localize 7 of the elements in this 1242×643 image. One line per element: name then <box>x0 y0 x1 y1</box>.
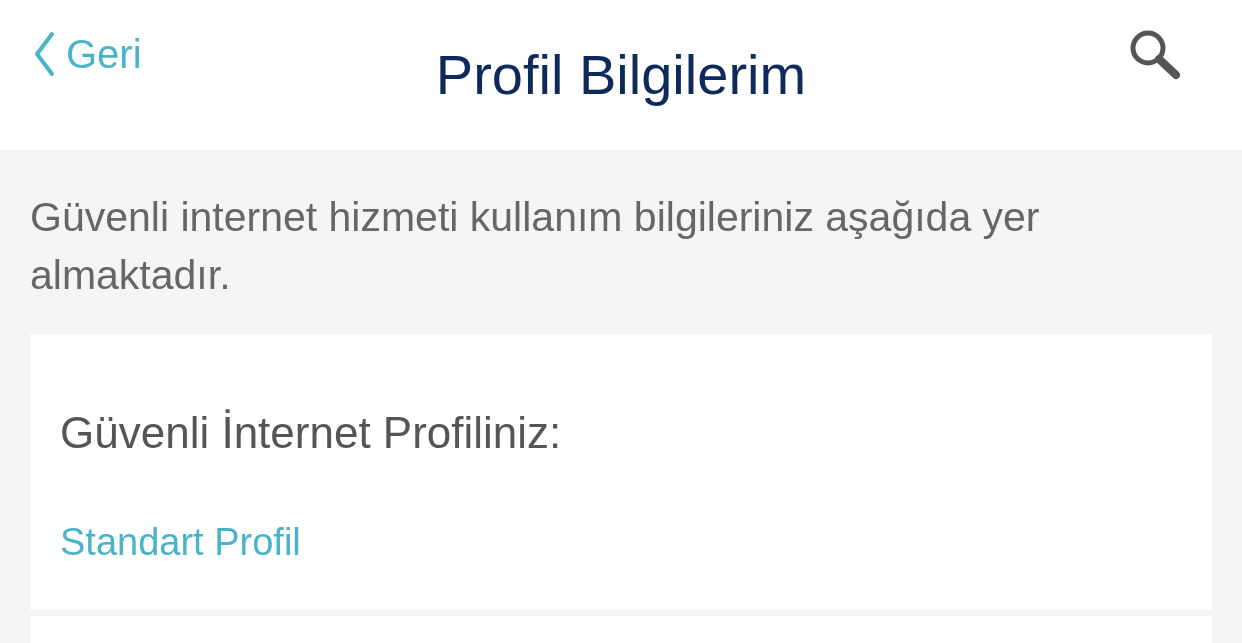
search-icon[interactable] <box>1128 28 1182 80</box>
card-heading: Güvenli İnternet Profiliniz: <box>60 407 563 459</box>
page-title: Profil Bilgilerim <box>435 42 807 108</box>
back-button[interactable]: Geri <box>32 24 142 84</box>
profile-value: Standart Profil <box>60 520 302 565</box>
chevron-left-icon <box>32 30 56 78</box>
intro-text: Güvenli internet hizmeti kullanım bilgileriniz aşağıda yer almaktadır. <box>29 193 1041 300</box>
